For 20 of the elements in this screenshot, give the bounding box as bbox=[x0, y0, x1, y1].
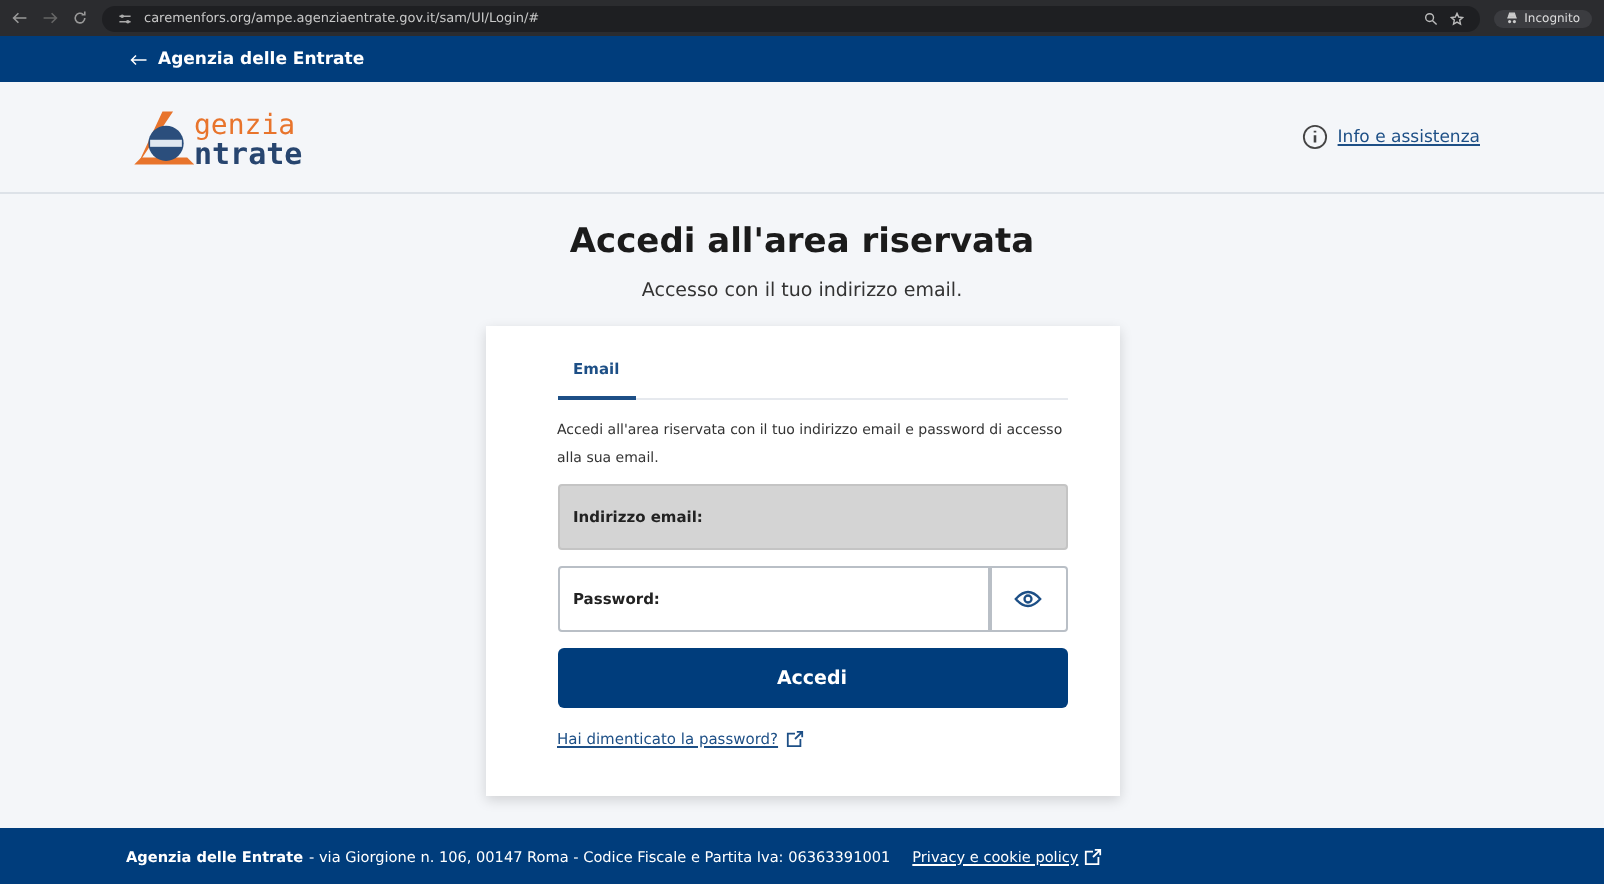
back-icon[interactable] bbox=[12, 10, 28, 26]
logo-text: ntrate bbox=[194, 139, 303, 167]
arrow-left-icon bbox=[130, 53, 148, 65]
site-info-icon[interactable] bbox=[118, 11, 132, 25]
external-link-icon bbox=[1084, 847, 1103, 865]
login-button[interactable]: Accedi bbox=[557, 648, 1067, 708]
help-link[interactable]: Info e assistenza bbox=[1337, 127, 1480, 147]
logo-text: genzia bbox=[194, 111, 296, 139]
search-icon[interactable] bbox=[1424, 11, 1439, 25]
logo[interactable]: genzia ntrate bbox=[130, 107, 303, 167]
star-icon[interactable] bbox=[1450, 11, 1465, 25]
external-link-icon bbox=[786, 730, 805, 748]
page-title: Accedi all'area riservata bbox=[569, 222, 1035, 262]
incognito-icon bbox=[1506, 12, 1519, 24]
info-icon bbox=[1301, 124, 1328, 150]
back-link[interactable]: Agenzia delle Entrate bbox=[130, 49, 365, 69]
reload-icon[interactable] bbox=[72, 10, 88, 26]
page-subtitle: Accesso con il tuo indirizzo email. bbox=[641, 280, 963, 302]
show-password-button[interactable] bbox=[989, 566, 1067, 632]
eye-icon bbox=[1014, 590, 1042, 608]
